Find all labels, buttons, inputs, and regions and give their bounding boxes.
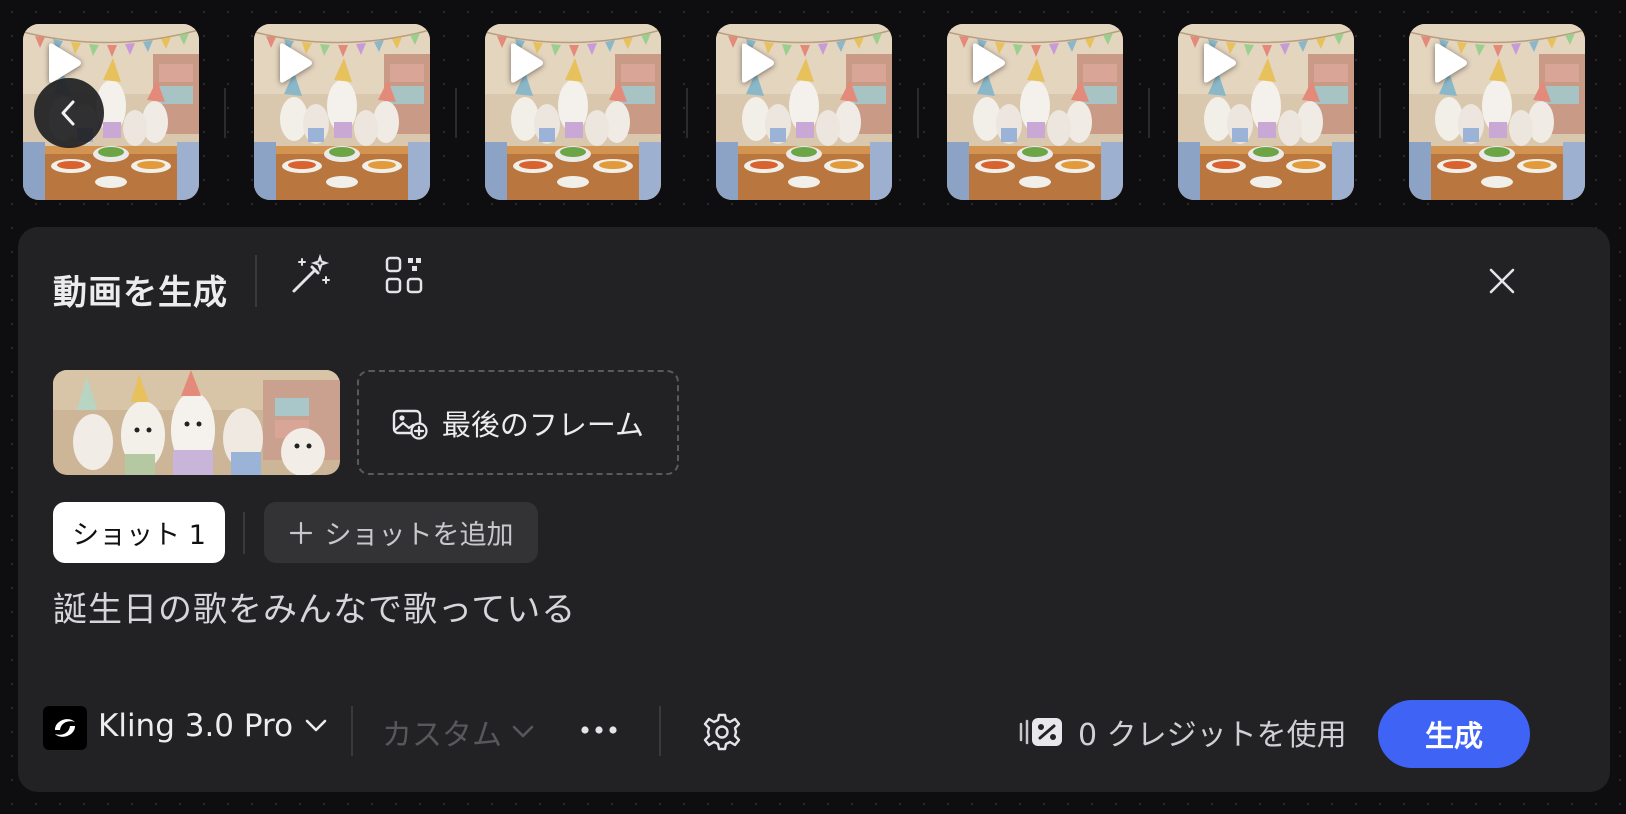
- panel-footer: Kling 3.0 Pro カスタム 0 クレジットを使用 生成: [18, 672, 1610, 772]
- model-name: Kling 3.0 Pro: [98, 708, 294, 744]
- add-shot-button[interactable]: ショットを追加: [264, 502, 538, 563]
- add-image-icon: [392, 409, 428, 440]
- play-icon: [511, 43, 543, 83]
- more-horizontal-icon: [581, 726, 617, 734]
- thumbnail-divider: [917, 88, 919, 138]
- video-thumbnail[interactable]: [254, 24, 430, 200]
- video-thumbnail[interactable]: [485, 24, 661, 200]
- kling-logo-icon: [43, 706, 87, 750]
- settings-button[interactable]: [698, 708, 746, 756]
- chevron-down-icon: [512, 725, 534, 738]
- prompt-input[interactable]: 誕生日の歌をみんなで歌っている: [53, 582, 1553, 672]
- model-select[interactable]: Kling 3.0 Pro: [98, 708, 327, 744]
- video-thumbnail[interactable]: [947, 24, 1123, 200]
- chevron-left-icon: [61, 100, 75, 126]
- thumbnail-divider: [1148, 88, 1150, 138]
- custom-label: カスタム: [382, 718, 502, 753]
- close-button[interactable]: [1476, 255, 1528, 307]
- custom-select[interactable]: カスタム: [382, 710, 534, 754]
- divider: [243, 512, 245, 554]
- play-icon: [1435, 43, 1467, 83]
- last-frame-upload[interactable]: 最後のフレーム: [357, 370, 679, 475]
- play-icon: [973, 43, 1005, 83]
- divider: [255, 255, 257, 307]
- divider: [659, 706, 661, 756]
- thumbnail-divider: [686, 88, 688, 138]
- close-icon: [1489, 268, 1515, 294]
- video-thumbnail[interactable]: [1409, 24, 1585, 200]
- play-icon: [742, 43, 774, 83]
- generate-button[interactable]: 生成: [1378, 700, 1530, 768]
- divider: [351, 706, 353, 756]
- qr-code-icon: [385, 256, 423, 294]
- thumbnail-divider: [1379, 88, 1381, 138]
- thumbnail-strip: [0, 0, 1626, 215]
- chevron-down-icon: [305, 719, 327, 732]
- video-thumbnail[interactable]: [1178, 24, 1354, 200]
- plus-icon: [289, 521, 312, 544]
- thumbnail-divider: [224, 88, 226, 138]
- first-frame-thumbnail[interactable]: [53, 370, 340, 475]
- gear-icon: [703, 713, 741, 751]
- first-frame-image: [53, 370, 340, 475]
- thumbnail-divider: [455, 88, 457, 138]
- scroll-back-button[interactable]: [34, 78, 104, 148]
- credits-text: 0 クレジットを使用: [1078, 718, 1347, 753]
- credits-icon: [1019, 718, 1062, 746]
- generate-video-panel: 動画を生成 最後のフレーム ショット 1 ショットを追加 誕生日の歌をみんなで歌…: [18, 227, 1610, 792]
- credits-indicator: 0 クレジットを使用: [1018, 710, 1347, 754]
- play-icon: [1204, 43, 1236, 83]
- magic-enhance-button[interactable]: [286, 251, 334, 299]
- panel-title: 動画を生成: [53, 273, 228, 313]
- magic-wand-icon: [292, 253, 330, 293]
- last-frame-label: 最後のフレーム: [441, 407, 645, 442]
- add-shot-label: ショットを追加: [324, 520, 514, 551]
- tab-shot-1[interactable]: ショット 1: [53, 502, 225, 563]
- more-options-button[interactable]: [574, 710, 624, 750]
- video-thumbnail[interactable]: [716, 24, 892, 200]
- qr-code-button[interactable]: [380, 251, 428, 299]
- play-icon: [280, 43, 312, 83]
